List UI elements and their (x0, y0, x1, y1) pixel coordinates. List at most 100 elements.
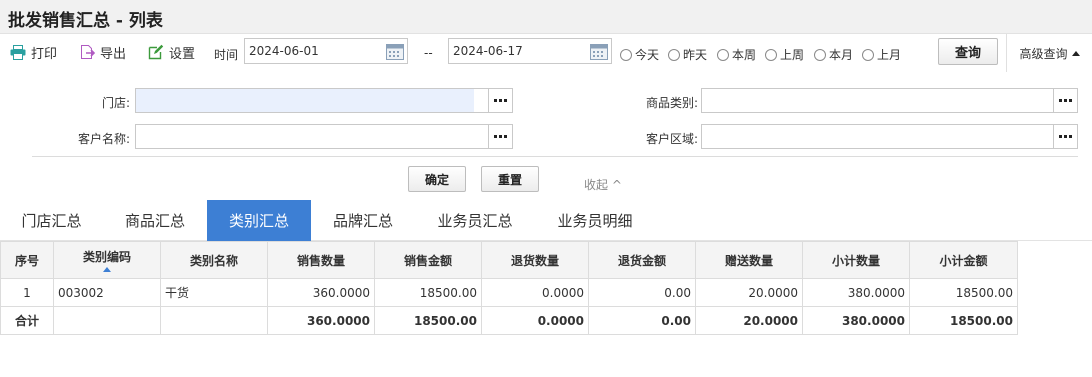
col-header-sorted[interactable]: 类别编码 (53, 241, 161, 279)
page-title: 批发销售汇总 - 列表 (8, 11, 163, 31)
total-cell: 0.0000 (481, 306, 589, 335)
total-cell: 18500.00 (374, 306, 482, 335)
category-input[interactable] (702, 89, 1054, 112)
category-summary-table: 序号 类别编码 类别名称 销售数量 销售金额 退货数量 退货金额 赠送数量 小计… (0, 241, 1018, 335)
radio-label: 上月 (877, 48, 902, 62)
toolbar: 打印 导出 设置 时间 -- 今天 昨天 本周 上周 本月 (0, 34, 1092, 72)
total-cell: 20.0000 (695, 306, 803, 335)
export-button[interactable]: 导出 (79, 42, 126, 62)
store-field[interactable] (135, 88, 513, 113)
total-cell: 0.00 (588, 306, 696, 335)
radio-label: 本月 (829, 48, 854, 62)
radio-circle[interactable] (765, 48, 777, 61)
store-picker-button[interactable] (488, 89, 512, 112)
table-header-row: 序号 类别编码 类别名称 销售数量 销售金额 退货数量 退货金额 赠送数量 小计… (0, 241, 1018, 279)
category-picker-button[interactable] (1053, 89, 1077, 112)
settings-button[interactable]: 设置 (148, 42, 195, 62)
radio-circle[interactable] (717, 48, 729, 61)
region-picker-button[interactable] (1053, 125, 1077, 148)
customer-field[interactable] (135, 124, 513, 149)
region-label: 客户区域: (645, 132, 698, 146)
col-header[interactable]: 销售金额 (374, 241, 482, 279)
col-header[interactable]: 赠送数量 (695, 241, 803, 279)
table-cell: 1 (0, 278, 54, 307)
advanced-query-toggle[interactable]: 高级查询 (1006, 34, 1092, 72)
radio-last-week[interactable]: 上周 (765, 46, 804, 63)
radio-circle[interactable] (814, 48, 826, 61)
region-field[interactable] (701, 124, 1078, 149)
category-label: 商品类别: (645, 96, 698, 110)
filter-divider (32, 156, 1078, 157)
tab-salesperson-summary[interactable]: 业务员汇总 (415, 200, 535, 241)
confirm-button[interactable]: 确定 (408, 166, 466, 192)
print-button[interactable]: 打印 (10, 42, 57, 62)
radio-circle[interactable] (862, 48, 874, 61)
collapse-link[interactable]: 收起 ^ (584, 176, 622, 193)
summary-tabs: 门店汇总 商品汇总 类别汇总 品牌汇总 业务员汇总 业务员明细 (0, 200, 1092, 241)
radio-label: 本周 (732, 48, 757, 62)
tab-store-summary[interactable]: 门店汇总 (0, 200, 103, 241)
col-header[interactable]: 序号 (0, 241, 54, 279)
calendar-icon[interactable] (590, 42, 608, 60)
calendar-icon[interactable] (386, 42, 404, 60)
table-row[interactable]: 1 003002 干货 360.0000 18500.00 0.0000 0.0… (0, 278, 1018, 307)
printer-icon (10, 44, 26, 60)
tab-salesperson-detail[interactable]: 业务员明细 (535, 200, 655, 241)
col-header[interactable]: 小计金额 (909, 241, 1018, 279)
table-cell: 18500.00 (909, 278, 1018, 307)
total-cell: 360.0000 (267, 306, 375, 335)
radio-last-month[interactable]: 上月 (862, 46, 901, 63)
category-field[interactable] (701, 88, 1078, 113)
radio-this-week[interactable]: 本周 (717, 46, 756, 63)
export-icon (81, 45, 95, 59)
radio-circle[interactable] (620, 48, 632, 61)
store-label: 门店: (101, 96, 130, 110)
col-header[interactable]: 退货数量 (481, 241, 589, 279)
col-header[interactable]: 退货金额 (588, 241, 696, 279)
settings-label: 设置 (169, 46, 196, 62)
caret-up-icon (1071, 50, 1080, 56)
reset-button[interactable]: 重置 (481, 166, 539, 192)
advanced-query-label: 高级查询 (1019, 46, 1068, 61)
total-cell: 18500.00 (909, 306, 1018, 335)
total-label: 合计 (0, 306, 54, 335)
table-cell (53, 306, 161, 335)
radio-yesterday[interactable]: 昨天 (668, 46, 707, 63)
radio-circle[interactable] (668, 48, 680, 61)
tab-brand-summary[interactable]: 品牌汇总 (311, 200, 415, 241)
radio-label: 昨天 (683, 48, 708, 62)
table-cell: 0.0000 (481, 278, 589, 307)
total-cell: 380.0000 (802, 306, 910, 335)
date-to-input[interactable] (449, 39, 611, 63)
query-button[interactable]: 查询 (938, 38, 998, 65)
col-header[interactable]: 小计数量 (802, 241, 910, 279)
date-to-field[interactable] (448, 38, 612, 64)
store-input[interactable] (136, 89, 474, 112)
date-from-input[interactable] (245, 39, 407, 63)
col-header[interactable]: 销售数量 (267, 241, 375, 279)
date-separator: -- (424, 46, 433, 60)
tab-product-summary[interactable]: 商品汇总 (103, 200, 207, 241)
table-cell: 003002 (53, 278, 161, 307)
table-cell: 20.0000 (695, 278, 803, 307)
radio-label: 今天 (635, 48, 660, 62)
col-header[interactable]: 类别名称 (160, 241, 268, 279)
radio-today[interactable]: 今天 (620, 46, 659, 63)
title-bar: 批发销售汇总 - 列表 (0, 0, 1092, 34)
radio-this-month[interactable]: 本月 (814, 46, 853, 63)
table-cell: 干货 (160, 278, 268, 307)
edit-settings-icon (148, 44, 164, 60)
customer-input[interactable] (136, 125, 488, 148)
print-label: 打印 (31, 46, 58, 62)
export-label: 导出 (100, 46, 127, 62)
date-from-field[interactable] (244, 38, 408, 64)
total-row: 合计 360.0000 18500.00 0.0000 0.00 20.0000… (0, 306, 1018, 335)
region-input[interactable] (702, 125, 1054, 148)
table-cell: 360.0000 (267, 278, 375, 307)
time-label: 时间 (214, 48, 239, 62)
sort-ascending-icon (103, 267, 111, 272)
customer-label: 客户名称: (77, 132, 130, 146)
customer-picker-button[interactable] (488, 125, 512, 148)
tab-category-summary[interactable]: 类别汇总 (207, 200, 311, 241)
radio-label: 上周 (780, 48, 805, 62)
